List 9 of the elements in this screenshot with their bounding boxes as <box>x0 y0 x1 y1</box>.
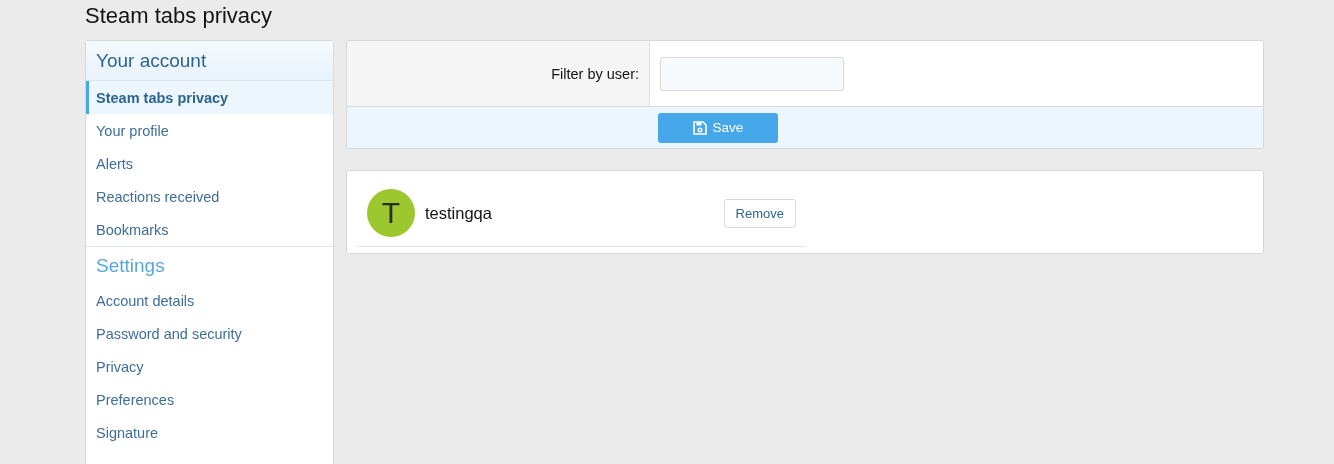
filter-field[interactable] <box>660 56 844 91</box>
save-icon <box>692 120 707 135</box>
remove-button[interactable]: Remove <box>723 198 796 228</box>
page-title: Steam tabs privacy <box>85 2 274 30</box>
sidebar-heading: Your account <box>86 41 333 81</box>
avatar: T <box>367 189 415 237</box>
user-name: testingqa <box>425 203 493 223</box>
sidebar-item[interactable]: Steam tabs privacy <box>86 81 333 114</box>
filter-label: Filter by user: <box>551 65 640 82</box>
